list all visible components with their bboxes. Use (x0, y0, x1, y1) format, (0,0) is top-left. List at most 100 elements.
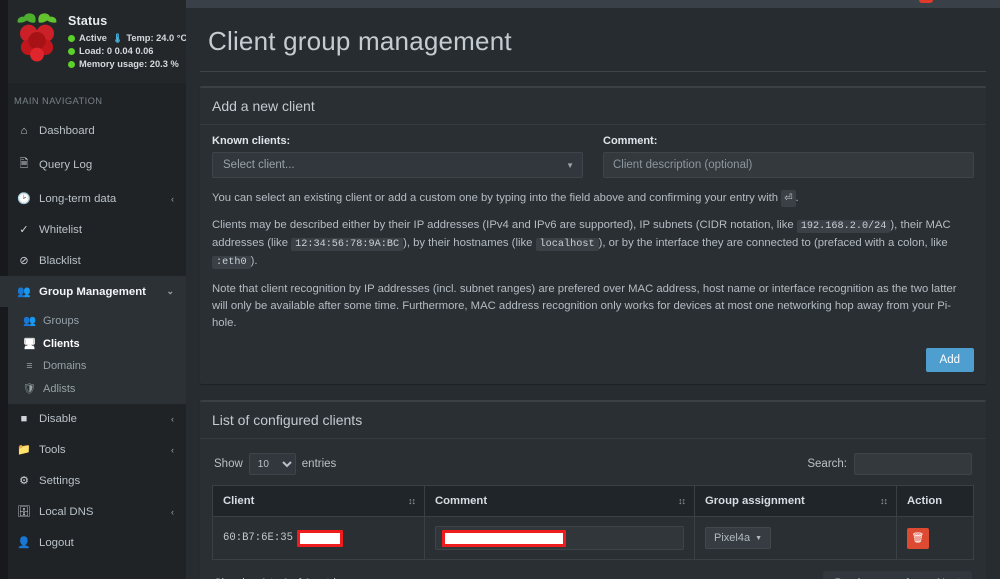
chevron-left-icon: ‹ (171, 193, 174, 204)
column-header-group-assignment[interactable]: Group assignment ↕↕ (694, 485, 897, 517)
known-clients-field-group: Known clients: Select client... ▼ (212, 135, 583, 178)
table-toolbar: Show 10 25 50 100 All entries Search: (212, 449, 974, 485)
sidebar-item-local-dns[interactable]: 🗄 Local DNS ‹ (0, 496, 186, 527)
add-button[interactable]: Add (925, 348, 974, 372)
known-clients-select[interactable]: Select client... ▼ (212, 152, 583, 178)
add-client-panel: Add a new client Known clients: Select c… (200, 86, 986, 384)
sidebar-item-clients[interactable]: 🖥 Clients (0, 332, 186, 355)
comment-input[interactable] (603, 152, 974, 178)
status-line-load: Load: 0 0.04 0.06 (68, 45, 186, 58)
help-1-text-a: You can select an existing client or add… (212, 192, 779, 204)
page-size-select[interactable]: 10 25 50 100 All (248, 453, 296, 475)
client-list-panel-body: Show 10 25 50 100 All entries Search: (200, 439, 986, 579)
top-strip (186, 0, 1000, 8)
pagination-next[interactable]: Next (925, 571, 972, 579)
sidebar-item-blacklist[interactable]: ⊘ Blacklist (0, 245, 186, 276)
column-header-label: Comment (435, 495, 488, 507)
top-red-marker (919, 0, 933, 3)
status-dot-load (68, 48, 75, 55)
sort-icon: ↕↕ (678, 496, 686, 506)
chevron-left-icon: ‹ (171, 414, 174, 424)
document-icon: 🗎 (19, 158, 29, 170)
users-icon: 👥 (17, 286, 31, 298)
home-icon: ⌂ (20, 125, 28, 137)
add-client-form-row: Known clients: Select client... ▼ Commen… (212, 135, 974, 178)
sidebar-item-label: Tools (39, 443, 66, 456)
cidr-example-code: 192.168.2.0/24 (796, 220, 891, 233)
chevron-down-icon: ⌄ (166, 286, 174, 296)
sidebar-item-groups[interactable]: 👥 Groups (0, 309, 186, 332)
comment-field-group: Comment: (603, 135, 974, 178)
pagination-page-1[interactable]: 1 (890, 571, 924, 579)
add-client-panel-body: Known clients: Select client... ▼ Commen… (200, 125, 986, 384)
status-text-block: Status Active 🌡 Temp: 24.0 °C Load: 0 0.… (68, 10, 186, 71)
column-header-action: Action (896, 485, 974, 517)
help-paragraph-3: Note that client recognition by IP addre… (212, 283, 957, 329)
table-header-row: Client ↕↕ Comment ↕↕ Group assignment ↕↕ (212, 485, 974, 517)
sidebar-item-domains[interactable]: ≡ Domains (0, 355, 186, 377)
cell-action[interactable]: 🗑 (896, 516, 974, 560)
column-header-label: Action (907, 495, 943, 507)
help-2-text-e: ). (250, 255, 258, 267)
sort-icon: ↕↕ (408, 496, 416, 506)
sidebar-item-group-management[interactable]: 👥 Group Management ⌄ (0, 276, 186, 307)
gears-icon: ⚙ (19, 475, 29, 487)
sidebar-item-query-log[interactable]: 🗎 Query Log (0, 146, 186, 183)
add-client-panel-title: Add a new client (200, 88, 986, 125)
sidebar-item-label: Adlists (43, 382, 76, 395)
search-input[interactable] (854, 453, 972, 475)
column-header-label: Group assignment (705, 495, 805, 507)
sidebar-item-label: Query Log (39, 158, 93, 171)
chevron-left-icon: ‹ (171, 506, 174, 517)
delete-row-button[interactable]: 🗑 (907, 527, 929, 549)
help-2-text-c: ), by their hostnames (like (403, 237, 533, 249)
status-line-active: Active 🌡 Temp: 24.0 °C (68, 32, 186, 45)
sidebar-item-tools[interactable]: 📁 Tools ‹ (0, 434, 186, 465)
search-control: Search: (807, 453, 972, 475)
chevron-left-icon: ‹ (171, 444, 174, 455)
column-header-client[interactable]: Client ↕↕ (212, 485, 425, 517)
sidebar-item-adlists[interactable]: 🛡 Adlists (0, 377, 186, 400)
entries-label: entries (301, 458, 337, 470)
square-icon: ■ (20, 413, 28, 425)
clients-table-head: Client ↕↕ Comment ↕↕ Group assignment ↕↕ (212, 485, 974, 517)
sidebar-item-logout[interactable]: 👤 Logout (0, 527, 186, 558)
sidebar-item-whitelist[interactable]: ✓ Whitelist (0, 214, 186, 245)
show-label: Show (214, 458, 243, 470)
cell-comment[interactable] (424, 516, 695, 560)
cell-group-assignment[interactable]: Pixel4a ▼ (694, 516, 897, 560)
group-assignment-dropdown[interactable]: Pixel4a ▼ (705, 527, 772, 549)
comment-edit-input[interactable] (435, 526, 684, 550)
sidebar-item-label: Local DNS (39, 505, 94, 518)
mac-example-code: 12:34:56:78:9A:BC (291, 238, 404, 251)
status-title: Status (68, 14, 108, 28)
ban-icon: ⊘ (19, 255, 29, 267)
folder-icon: 📁 (17, 444, 31, 456)
cell-client[interactable]: 60:B7:6E:35 (212, 516, 425, 560)
status-memory-label: Memory usage: 20.3 % (79, 59, 179, 69)
users-group-icon: 👥 (22, 315, 37, 327)
sidebar-item-label: Disable (39, 413, 77, 425)
check-circle-icon: ✓ (19, 224, 29, 236)
known-clients-label: Known clients: (212, 135, 291, 147)
logout-user-icon: 👤 (17, 537, 31, 549)
sidebar-item-settings[interactable]: ⚙ Settings (0, 465, 186, 496)
page-title: Client group management (200, 8, 986, 72)
thermometer-icon: 🌡 (111, 33, 124, 43)
column-header-comment[interactable]: Comment ↕↕ (424, 485, 695, 517)
sidebar-item-label: Groups (43, 314, 80, 327)
status-load-label: Load: 0 0.04 0.06 (79, 46, 154, 56)
sidebar-item-dashboard[interactable]: ⌂ Dashboard (0, 116, 186, 146)
sidebar-item-disable[interactable]: ■ Disable ‹ (0, 404, 186, 434)
add-client-actions: Add (212, 348, 974, 372)
pagination-previous[interactable]: Previous (823, 571, 891, 579)
chevron-down-icon: ▼ (755, 534, 763, 542)
hostname-example-code: localhost (535, 238, 599, 251)
trash-icon: 🗑 (911, 532, 925, 544)
monitor-icon: 🖥 (22, 338, 37, 350)
table-row: 60:B7:6E:35 Pixel4a ▼ 🗑 (212, 516, 974, 560)
status-panel: Status Active 🌡 Temp: 24.0 °C Load: 0 0.… (0, 0, 186, 83)
sidebar-item-long-term-data[interactable]: 🕑 Long-term data ‹ (0, 183, 186, 214)
sidebar-submenu-group-management: 👥 Groups 🖥 Clients ≡ Domains 🛡 Adlists (0, 307, 186, 404)
status-line-memory: Memory usage: 20.3 % (68, 58, 186, 71)
